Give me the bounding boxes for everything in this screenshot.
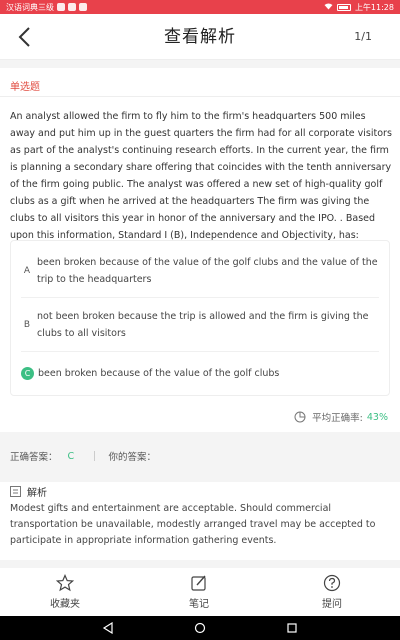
question-circle-icon	[323, 574, 341, 592]
status-right: 上午11:28	[324, 2, 394, 13]
analysis-title: 解析	[27, 488, 47, 499]
analysis-icon	[10, 486, 21, 497]
option-divider	[21, 297, 379, 298]
status-bar: 汉语词典三级 上午11:28	[0, 0, 400, 14]
favorite-label: 收藏夹	[50, 599, 80, 610]
page-counter: 1/1	[354, 30, 372, 43]
nav-recents-icon[interactable]	[286, 622, 298, 634]
status-left: 汉语词典三级	[6, 2, 87, 13]
toolbar-divider-band	[0, 560, 400, 568]
nav-bar: 查看解析 1/1	[0, 14, 400, 60]
page-title: 查看解析	[164, 27, 236, 47]
option-b[interactable]: B not been broken because the trip is al…	[11, 305, 389, 345]
option-text: been broken because of the value of the …	[37, 257, 378, 285]
question-text: An analyst allowed the firm to fly him t…	[10, 111, 392, 241]
status-app-text: 汉语词典三级	[6, 2, 54, 12]
correct-answer-value: C	[67, 450, 75, 462]
notes-button[interactable]: 笔记	[164, 574, 234, 610]
header-divider-band	[0, 60, 400, 68]
option-a[interactable]: A been broken because of the value of th…	[11, 251, 389, 291]
favorite-button[interactable]: 收藏夹	[30, 574, 100, 610]
accuracy-row: 平均正确率: 43%	[294, 410, 388, 424]
correct-answer-label: 正确答案：	[10, 452, 58, 463]
option-text: been broken because of the value of the …	[38, 367, 280, 379]
ask-button[interactable]: 提问	[297, 574, 367, 610]
option-letter-correct: C	[21, 366, 34, 380]
option-divider	[21, 351, 379, 352]
bottom-toolbar: 收藏夹 笔记 提问	[0, 568, 400, 616]
accuracy-label: 平均正确率:	[312, 413, 363, 424]
option-text: not been broken because the trip is allo…	[37, 311, 369, 339]
accuracy-value: 43%	[366, 411, 388, 423]
option-letter: A	[23, 266, 31, 276]
option-c[interactable]: C been broken because of the value of th…	[11, 359, 389, 387]
question-type-label: 单选题	[10, 82, 40, 93]
nav-back-icon[interactable]	[102, 622, 114, 634]
answer-row: 正确答案： C 你的答案：	[10, 449, 157, 464]
star-icon	[56, 574, 74, 592]
ask-label: 提问	[322, 599, 342, 610]
status-time: 上午11:28	[354, 2, 394, 12]
divider	[0, 96, 400, 97]
system-nav-bar	[0, 616, 400, 640]
option-letter: B	[23, 320, 31, 330]
accuracy-chart-icon	[294, 411, 306, 423]
battery-icon	[336, 3, 351, 11]
divider	[93, 451, 95, 461]
notes-label: 笔记	[189, 599, 209, 610]
edit-note-icon	[191, 575, 206, 591]
your-answer-label: 你的答案：	[108, 452, 157, 463]
nav-home-icon[interactable]	[194, 622, 206, 634]
wifi-icon	[324, 3, 333, 12]
options-card: A been broken because of the value of th…	[10, 240, 390, 396]
analysis-text: Modest gifts and entertainment are accep…	[10, 503, 376, 546]
notification-icon	[57, 3, 65, 11]
notification-icon	[79, 3, 87, 11]
notification-icon	[68, 3, 76, 11]
analysis-header: 解析	[10, 484, 47, 499]
